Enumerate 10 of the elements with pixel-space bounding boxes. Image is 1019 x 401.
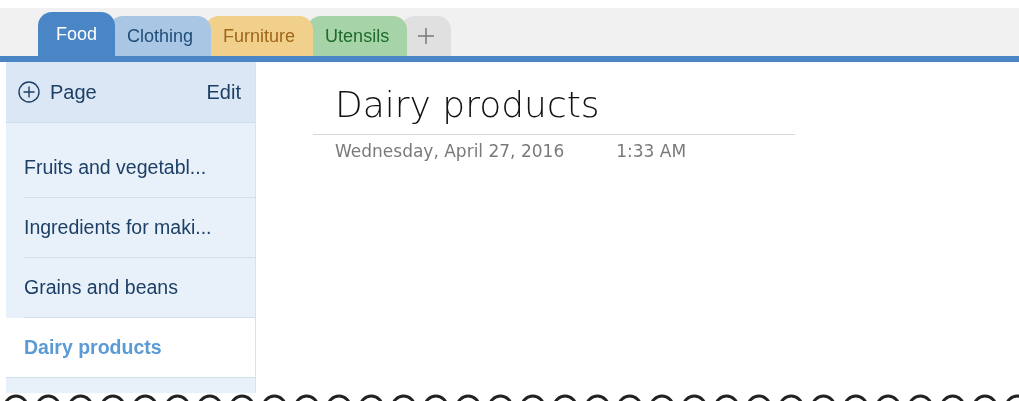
- notebook-tab[interactable]: Food: [38, 12, 116, 56]
- add-page-button[interactable]: Page: [18, 80, 97, 104]
- page-list-item[interactable]: Fruits and vegetabl...: [24, 138, 255, 198]
- page-date: Wednesday, April 27, 2016: [335, 141, 565, 161]
- page-time: 1:33 AM: [616, 141, 687, 161]
- plus-icon: [416, 26, 437, 46]
- edit-button[interactable]: Edit: [206, 80, 241, 104]
- page-list-item[interactable]: Ingredients for maki...: [24, 198, 255, 258]
- page-title: Dairy products: [335, 84, 601, 127]
- add-icon: [18, 81, 40, 103]
